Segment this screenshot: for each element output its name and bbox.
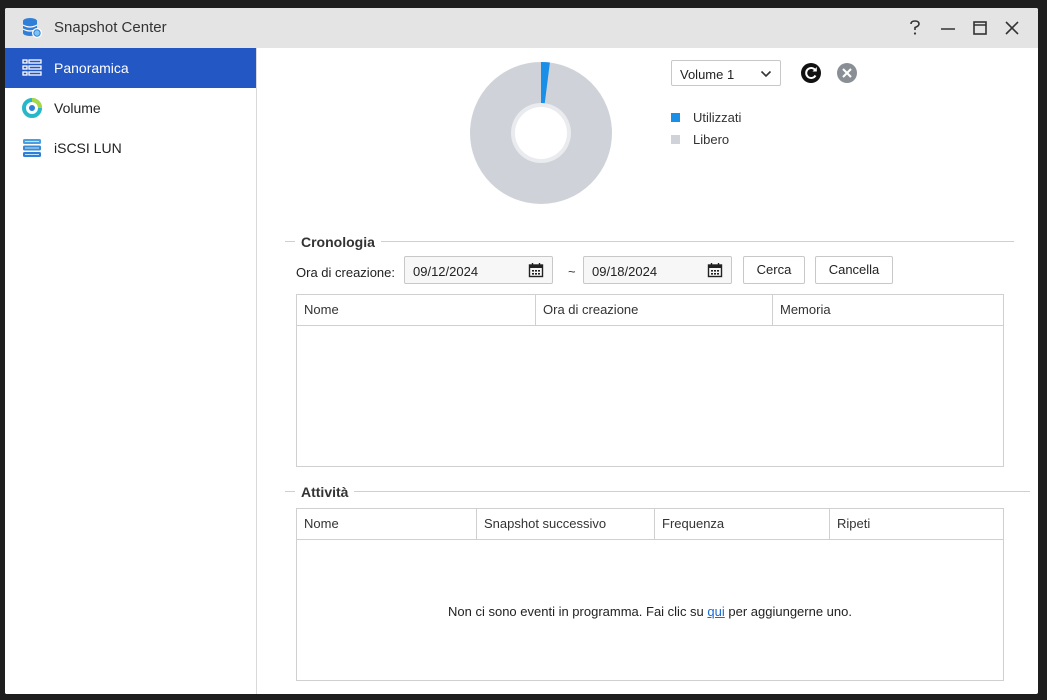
date-from-field[interactable]: 09/12/2024 bbox=[404, 256, 553, 284]
section-divider bbox=[285, 241, 1014, 242]
window-title: Snapshot Center bbox=[54, 19, 167, 36]
refresh-button[interactable] bbox=[800, 62, 822, 84]
add-activity-link[interactable]: qui bbox=[707, 604, 724, 619]
close-button[interactable] bbox=[1002, 18, 1022, 38]
column-header-frequency[interactable]: Frequenza bbox=[654, 509, 829, 539]
column-header-memory[interactable]: Memoria bbox=[772, 295, 1003, 325]
sidebar-item-volume[interactable]: Volume bbox=[5, 88, 256, 128]
sidebar-item-panoramica[interactable]: Panoramica bbox=[5, 48, 256, 88]
column-header-creation-time[interactable]: Ora di creazione bbox=[535, 295, 772, 325]
snapshot-center-window: Snapshot Center Panoramica Volume iSCSI … bbox=[5, 8, 1038, 694]
close-icon bbox=[1005, 21, 1019, 35]
sidebar-item-label: Volume bbox=[54, 100, 101, 116]
legend-label: Utilizzati bbox=[693, 110, 742, 125]
legend-label: Libero bbox=[693, 132, 730, 147]
database-camera-icon bbox=[22, 18, 42, 38]
empty-activities-message: Non ci sono eventi in programma. Fai cli… bbox=[297, 604, 1003, 619]
volume-select-value: Volume 1 bbox=[680, 67, 735, 82]
search-button[interactable]: Cerca bbox=[743, 256, 805, 284]
activities-section-title: Attività bbox=[295, 484, 355, 500]
date-from-value: 09/12/2024 bbox=[413, 264, 479, 279]
sidebar: Panoramica Volume iSCSI LUN bbox=[5, 48, 257, 694]
volume-select[interactable]: Volume 1 bbox=[671, 60, 781, 86]
title-bar: Snapshot Center bbox=[5, 8, 1038, 48]
calendar-icon[interactable] bbox=[528, 262, 544, 278]
help-button[interactable] bbox=[905, 18, 925, 38]
legend-swatch-used bbox=[671, 113, 680, 122]
column-header-next-snapshot[interactable]: Snapshot successivo bbox=[476, 509, 654, 539]
storage-stack-icon bbox=[23, 139, 41, 157]
history-table-header: Nome Ora di creazione Memoria bbox=[297, 295, 1003, 326]
history-section-title: Cronologia bbox=[295, 234, 381, 250]
maximize-button[interactable] bbox=[970, 18, 990, 38]
empty-message-text-end: per aggiungerne uno. bbox=[724, 604, 852, 619]
sidebar-item-label: iSCSI LUN bbox=[54, 140, 122, 156]
refresh-icon bbox=[801, 63, 821, 83]
clear-button[interactable]: Cancella bbox=[815, 256, 893, 284]
section-divider bbox=[285, 491, 1030, 492]
date-to-field[interactable]: 09/18/2024 bbox=[583, 256, 732, 284]
grid-list-icon bbox=[22, 59, 42, 76]
sidebar-item-iscsi-lun[interactable]: iSCSI LUN bbox=[5, 128, 256, 168]
empty-message-text: Non ci sono eventi in programma. Fai cli… bbox=[448, 604, 708, 619]
date-to-value: 09/18/2024 bbox=[592, 264, 658, 279]
close-circle-icon bbox=[837, 63, 857, 83]
date-range-separator: ~ bbox=[568, 264, 576, 279]
history-table: Nome Ora di creazione Memoria bbox=[296, 294, 1004, 467]
column-header-name[interactable]: Nome bbox=[297, 295, 535, 325]
creation-time-label: Ora di creazione: bbox=[296, 265, 395, 280]
main-content: Volume 1 Utilizzati Libero Cronologia Or… bbox=[257, 48, 1038, 694]
minimize-icon bbox=[941, 28, 955, 30]
chevron-down-icon bbox=[760, 70, 772, 78]
column-header-name[interactable]: Nome bbox=[297, 509, 476, 539]
calendar-icon[interactable] bbox=[707, 262, 723, 278]
column-header-repeat[interactable]: Ripeti bbox=[829, 509, 1003, 539]
volume-ring-icon bbox=[22, 98, 42, 118]
donut-hole bbox=[515, 107, 567, 159]
activities-table-header: Nome Snapshot successivo Frequenza Ripet… bbox=[297, 509, 1003, 540]
help-icon bbox=[910, 20, 920, 35]
minimize-button[interactable] bbox=[938, 18, 958, 38]
legend-swatch-free bbox=[671, 135, 680, 144]
activities-table: Nome Snapshot successivo Frequenza Ripet… bbox=[296, 508, 1004, 681]
delete-button[interactable] bbox=[836, 62, 858, 84]
usage-donut bbox=[470, 62, 612, 204]
maximize-icon bbox=[973, 21, 987, 35]
sidebar-item-label: Panoramica bbox=[54, 60, 129, 76]
